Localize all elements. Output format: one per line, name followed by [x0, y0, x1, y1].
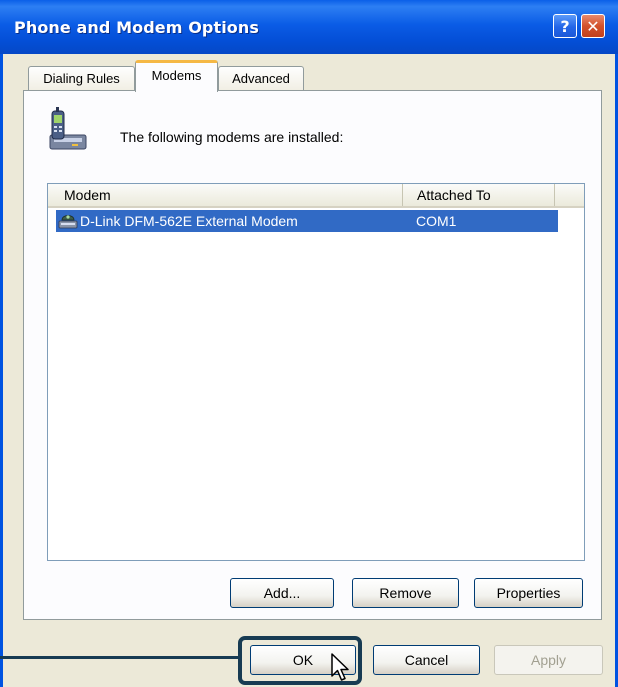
tab-advanced[interactable]: Advanced — [218, 66, 304, 90]
column-header-modem[interactable]: Modem — [48, 184, 403, 206]
phone-and-modem-options-dialog: Phone and Modem Options ? ✕ Dialing Rule… — [0, 0, 618, 687]
column-label: Modem — [64, 187, 111, 203]
modem-device-icon — [58, 215, 78, 229]
help-icon: ? — [560, 16, 570, 36]
window-title: Phone and Modem Options — [14, 18, 259, 37]
column-label: Attached To — [417, 187, 491, 203]
column-header-filler — [555, 184, 584, 206]
tab-label: Modems — [151, 68, 202, 83]
title-bar[interactable]: Phone and Modem Options ? ✕ — [0, 0, 618, 54]
callout-pointer-line — [0, 656, 239, 659]
mouse-pointer-icon — [331, 653, 349, 681]
attached-to-cell: COM1 — [416, 213, 457, 229]
close-button[interactable]: ✕ — [581, 14, 605, 38]
column-header-attached-to[interactable]: Attached To — [403, 184, 555, 206]
add-button[interactable]: Add... — [230, 578, 334, 608]
tab-modems[interactable]: Modems — [135, 60, 218, 92]
modem-name-cell: D-Link DFM-562E External Modem — [80, 213, 298, 229]
apply-button[interactable]: Apply — [494, 645, 603, 675]
tab-label: Dialing Rules — [43, 71, 120, 86]
tab-dialing-rules[interactable]: Dialing Rules — [28, 66, 135, 90]
tab-label: Advanced — [232, 71, 290, 86]
cancel-button[interactable]: Cancel — [373, 645, 480, 675]
help-button[interactable]: ? — [553, 14, 577, 38]
modems-tab-panel: The following modems are installed: Mode… — [23, 90, 602, 620]
properties-button[interactable]: Properties — [474, 578, 583, 608]
list-header: Modem Attached To — [48, 184, 584, 208]
modem-phone-icon — [49, 107, 87, 150]
remove-button[interactable]: Remove — [352, 578, 459, 608]
installed-modems-label: The following modems are installed: — [120, 129, 344, 145]
close-icon: ✕ — [586, 16, 600, 36]
list-item[interactable]: D-Link DFM-562E External Modem COM1 — [56, 210, 558, 232]
modems-list[interactable]: Modem Attached To D-Link DFM-562E Extern… — [47, 183, 585, 561]
